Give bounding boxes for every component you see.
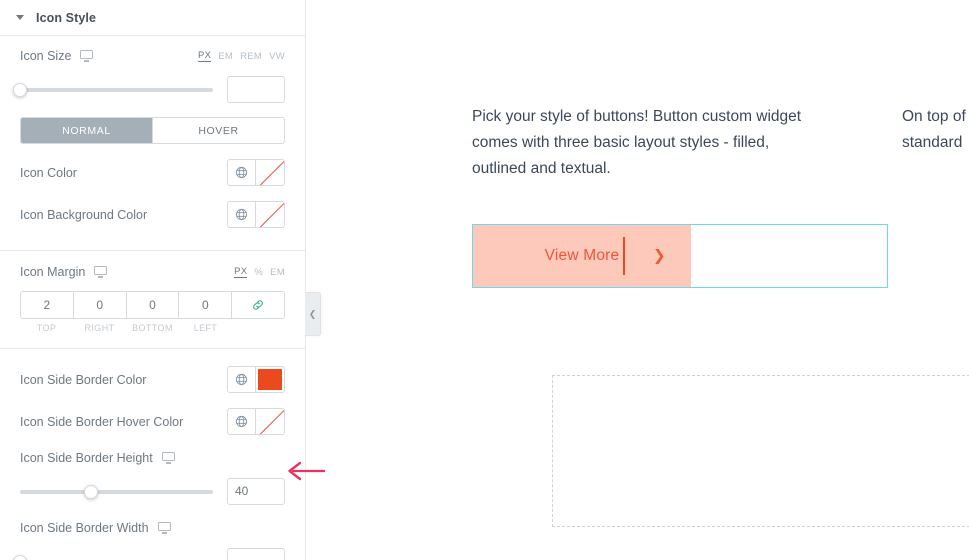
icon-side-border-hover-color-label: Icon Side Border Hover Color [20,414,184,429]
globe-icon[interactable] [227,159,256,186]
icon-size-unit-switcher[interactable]: PX EM REM VW [197,50,285,62]
icon-size-label: Icon Size [20,49,72,63]
control-icon-side-border-color: Icon Side Border Color [0,349,305,393]
globe-icon[interactable] [227,408,256,435]
monitor-icon[interactable] [80,50,94,62]
label-right: RIGHT [84,323,115,333]
style-settings-sidebar: Icon Style Icon Size PX EM REM VW NORMAL… [0,0,306,560]
icon-color-label: Icon Color [20,165,77,180]
view-more-button[interactable]: View More ❯ [473,225,691,287]
tab-hover[interactable]: HOVER [152,118,284,143]
label-bottom: BOTTOM [132,323,173,333]
icon-side-border-hover-color-picker[interactable] [227,408,285,435]
control-icon-color: Icon Color [0,144,305,186]
icon-side-border-width-slider[interactable] [13,554,213,560]
unit-em[interactable]: EM [218,51,233,62]
icon-side-border-color-swatch[interactable] [256,366,285,393]
paragraph-right: On top of that you also get a bunch of s… [902,108,969,151]
panel-header[interactable]: Icon Style [0,0,305,36]
icon-size-slider[interactable] [13,82,213,97]
slider-track [20,489,213,494]
button-widget-container[interactable]: View More ❯ [472,224,888,288]
margin-left-input[interactable]: 0 [178,292,232,318]
control-icon-side-border-width: Icon Side Border Width [0,505,305,560]
icon-background-color-label: Icon Background Color [20,207,148,222]
unit-px[interactable]: PX [197,50,212,62]
caret-down-icon [16,15,24,20]
icon-side-border-height-label: Icon Side Border Height [20,451,153,465]
globe-icon[interactable] [227,201,256,228]
icon-background-color-swatch[interactable] [256,201,285,228]
monitor-icon[interactable] [94,266,108,278]
control-state-tabs: NORMAL HOVER [0,103,305,144]
icon-side-border-hover-color-swatch[interactable] [256,408,285,435]
icon-side-border-width-input[interactable] [227,548,285,560]
icon-color-swatch[interactable] [256,159,285,186]
margin-top-input[interactable]: 2 [21,292,73,318]
icon-side-border [623,237,625,275]
icon-margin-side-labels: TOP RIGHT BOTTOM LEFT [20,323,285,333]
unit-em[interactable]: EM [270,267,285,278]
label-top: TOP [36,323,57,333]
page-canvas: Pick your style of buttons! Button custo… [307,0,969,560]
control-icon-side-border-height: Icon Side Border Height 40 [0,435,305,505]
icon-background-color-picker[interactable] [227,201,285,228]
monitor-icon[interactable] [157,522,171,534]
slider-thumb[interactable] [13,554,27,560]
icon-color-picker[interactable] [227,159,285,186]
icon-size-input[interactable] [227,76,285,103]
view-more-button-label: View More [544,247,620,264]
monitor-icon[interactable] [161,452,175,464]
panel-title: Icon Style [36,10,97,25]
chevron-right-icon: ❯ [653,247,666,265]
sidebar-collapse-handle[interactable]: ❮ [305,292,321,336]
icon-margin-label: Icon Margin [20,265,86,279]
control-icon-background-color: Icon Background Color [0,186,305,228]
icon-side-border-height-input[interactable]: 40 [227,478,285,505]
annotation-arrow-left [288,461,325,481]
link-icon[interactable] [231,292,284,318]
tab-normal[interactable]: NORMAL [21,118,152,143]
empty-dropzone[interactable] [552,375,969,527]
slider-thumb[interactable] [13,82,27,97]
control-icon-side-border-hover-color: Icon Side Border Hover Color [0,393,305,435]
label-left: LEFT [193,323,218,333]
swatch-fill [258,369,282,390]
margin-bottom-input[interactable]: 0 [125,292,179,318]
unit-percent[interactable]: % [254,267,263,278]
paragraph-left: Pick your style of buttons! Button custo… [472,108,802,177]
unit-px[interactable]: PX [234,266,248,278]
globe-icon[interactable] [227,366,256,393]
control-icon-size: Icon Size PX EM REM VW [0,36,305,103]
icon-margin-inputs[interactable]: 2 0 0 0 [20,291,285,319]
icon-side-border-width-label: Icon Side Border Width [20,521,149,535]
chevron-left-icon: ❮ [308,308,317,319]
control-icon-margin: Icon Margin PX % EM 2 0 0 0 TOP RIGHT BO… [0,251,305,333]
slider-thumb[interactable] [84,484,99,499]
icon-side-border-color-picker[interactable] [227,366,285,393]
unit-rem[interactable]: REM [240,51,262,62]
icon-side-border-height-slider[interactable] [20,484,213,499]
icon-margin-unit-switcher[interactable]: PX % EM [234,266,285,278]
slider-track [20,87,213,92]
icon-side-border-color-label: Icon Side Border Color [20,372,147,387]
unit-vw[interactable]: VW [269,51,285,62]
margin-right-input[interactable]: 0 [72,292,126,318]
state-tab-group[interactable]: NORMAL HOVER [20,117,285,144]
app-root: Icon Style Icon Size PX EM REM VW NORMAL… [0,0,969,560]
